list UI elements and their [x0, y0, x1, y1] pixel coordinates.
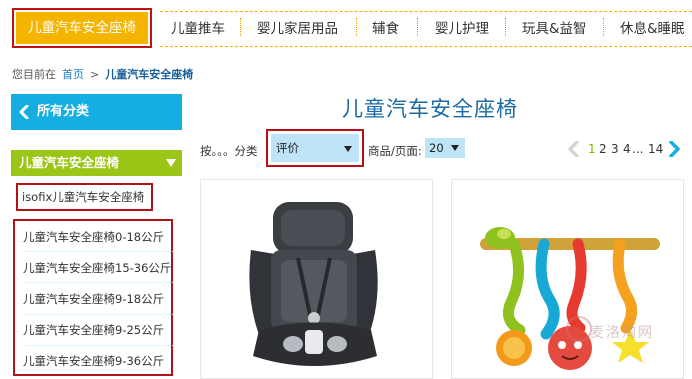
nav-divider: [240, 18, 241, 36]
breadcrumb: 您目前在 首页 > 儿童汽车安全座椅: [12, 66, 193, 82]
sort-select[interactable]: 评价: [271, 134, 359, 162]
nav-item-sleep[interactable]: 休息&睡眠: [620, 17, 685, 37]
breadcrumb-home-link[interactable]: 首页: [62, 68, 84, 81]
divider: [23, 314, 173, 315]
car-seat-product-image[interactable]: [201, 180, 433, 379]
next-page-icon[interactable]: [668, 141, 682, 157]
sort-select-value: 评价: [276, 141, 299, 155]
nav-item-active-label: 儿童汽车安全座椅: [16, 12, 148, 44]
sort-highlight: 评价: [266, 129, 364, 167]
sidebar-item-9-18kg[interactable]: 儿童汽车安全座椅9-18公斤: [23, 291, 164, 307]
nav-divider: [505, 18, 506, 36]
divider: [23, 282, 173, 283]
nav-item-home-goods[interactable]: 婴儿家居用品: [257, 17, 338, 37]
product-card[interactable]: [200, 179, 433, 379]
per-page-select[interactable]: 20: [425, 138, 465, 158]
page-ellipsis: ...: [632, 142, 644, 156]
nav-item-active[interactable]: 儿童汽车安全座椅: [12, 8, 152, 48]
product-card[interactable]: [451, 179, 684, 379]
page-link[interactable]: 3: [611, 142, 619, 156]
nav-top-border: [160, 11, 692, 12]
per-page-value: 20: [429, 141, 444, 155]
chevron-left-icon: [19, 105, 29, 119]
nav-bottom-border: [160, 46, 692, 47]
top-navigation: 儿童汽车安全座椅 儿童推车 婴儿家居用品 辅食 婴儿护理 玩具&益智 休息&睡眠: [0, 0, 692, 56]
watermark-logo-icon: [566, 316, 592, 342]
page-link[interactable]: 14: [648, 142, 663, 156]
nav-item-toys[interactable]: 玩具&益智: [522, 17, 587, 37]
all-categories-label: 所有分类: [37, 104, 90, 119]
nav-divider: [356, 18, 357, 36]
sidebar-item-isofix[interactable]: isofix儿童汽车安全座椅: [16, 183, 153, 211]
nav-item-food[interactable]: 辅食: [372, 17, 399, 37]
per-page-label: 商品/页面:: [368, 144, 422, 158]
sidebar-item-9-36kg[interactable]: 儿童汽车安全座椅9-36公斤: [23, 353, 164, 369]
caret-down-icon: [451, 145, 459, 151]
nav-item-care[interactable]: 婴儿护理: [435, 17, 489, 37]
all-categories-button[interactable]: 所有分类: [11, 94, 182, 130]
page-title: 儿童汽车安全座椅: [342, 97, 518, 121]
page-link[interactable]: 2: [599, 142, 607, 156]
page-link[interactable]: 1: [588, 142, 596, 156]
page-link[interactable]: 4: [623, 142, 631, 156]
category-header[interactable]: 儿童汽车安全座椅: [11, 150, 182, 176]
breadcrumb-current: 儿童汽车安全座椅: [105, 68, 194, 81]
subcategory-list: 儿童汽车安全座椅0-18公斤 儿童汽车安全座椅15-36公斤 儿童汽车安全座椅9…: [13, 219, 173, 376]
sort-label: 按。。。分类: [200, 144, 258, 158]
watermark-text: 麦洛淘网: [590, 325, 654, 341]
category-header-label: 儿童汽车安全座椅: [19, 155, 120, 170]
divider: [23, 345, 173, 346]
breadcrumb-separator: >: [90, 68, 100, 81]
nav-divider: [603, 18, 604, 36]
nav-divider: [417, 18, 418, 36]
breadcrumb-prefix: 您目前在: [12, 68, 56, 81]
caret-down-icon: [344, 146, 352, 152]
prev-page-icon[interactable]: [566, 141, 580, 157]
caret-down-icon: [166, 159, 176, 167]
sidebar-item-0-18kg[interactable]: 儿童汽车安全座椅0-18公斤: [23, 229, 164, 245]
sidebar-item-9-25kg[interactable]: 儿童汽车安全座椅9-25公斤: [23, 322, 164, 338]
toy-product-image[interactable]: [452, 180, 684, 379]
sidebar-item-15-36kg[interactable]: 儿童汽车安全座椅15-36公斤: [23, 260, 171, 276]
nav-item-strollers[interactable]: 儿童推车: [171, 17, 225, 37]
divider: [23, 251, 173, 252]
